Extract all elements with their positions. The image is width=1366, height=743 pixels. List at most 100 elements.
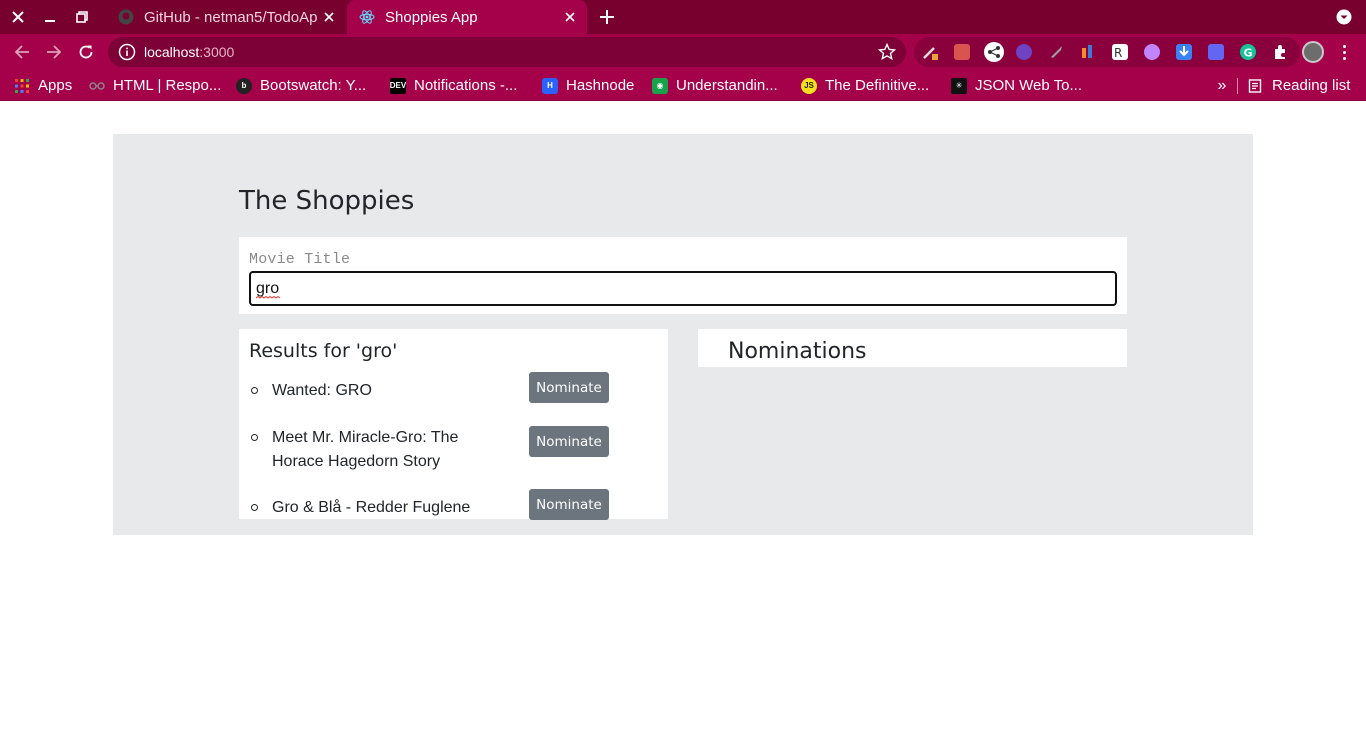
bullet-icon <box>251 434 258 441</box>
hashnode-icon: H <box>542 77 558 94</box>
nominate-button[interactable]: Nominate <box>529 426 609 457</box>
bootswatch-icon: b <box>236 77 252 94</box>
rx-extension-icon[interactable]: R <box>1112 44 1128 60</box>
url-text: localhost:3000 <box>144 44 234 60</box>
plus-icon <box>600 10 614 24</box>
nominate-button[interactable]: Nominate <box>529 372 609 403</box>
address-bar[interactable]: localhost:3000 <box>108 37 906 67</box>
extensions-area: R G <box>914 37 1300 67</box>
bookmarks-bar: Apps HTML | Respo... b Bootswatch: Y... … <box>0 70 1366 101</box>
svg-text:R: R <box>1114 46 1122 60</box>
dot-icon <box>1342 44 1346 48</box>
results-heading: Results for 'gro' <box>249 340 398 362</box>
bookmark-label: Apps <box>38 77 73 94</box>
browser-menu-button[interactable] <box>1334 41 1354 63</box>
puzzle-icon[interactable] <box>1272 44 1288 60</box>
github-icon <box>118 9 134 25</box>
close-icon <box>565 12 575 22</box>
result-title: Gro & Blå - Redder Fuglene <box>272 499 471 516</box>
profile-avatar[interactable] <box>1302 41 1324 63</box>
tab-shoppies-app[interactable]: Shoppies App <box>347 0 587 34</box>
bookmark-bootswatch[interactable]: b Bootswatch: Y... <box>236 76 366 95</box>
movie-title-input[interactable] <box>249 271 1117 306</box>
bars-extension-icon[interactable] <box>1080 44 1096 60</box>
green-power-icon: ◉ <box>652 77 668 94</box>
bookmark-label: JSON Web To... <box>975 77 1082 94</box>
close-tab-button[interactable] <box>318 6 340 28</box>
puzzle-star-extension-icon[interactable] <box>1016 44 1032 60</box>
bullet-icon <box>251 387 258 394</box>
bookmark-hashnode[interactable]: H Hashnode <box>542 76 634 95</box>
more-bookmarks-button[interactable]: » <box>1212 76 1232 95</box>
close-icon <box>12 11 24 23</box>
dev-icon: DEV <box>390 77 406 94</box>
nominate-button[interactable]: Nominate <box>529 489 609 520</box>
bookmark-json-web-token[interactable]: ✳ JSON Web To... <box>951 76 1082 95</box>
share-extension-icon[interactable] <box>984 42 1004 62</box>
bookmark-label: Bootswatch: Y... <box>260 77 367 94</box>
new-tab-button[interactable] <box>592 2 622 32</box>
bookmark-label: HTML | Respo... <box>113 77 222 94</box>
bookmark-understanding[interactable]: ◉ Understandin... <box>652 76 778 95</box>
pen-extension-icon[interactable] <box>922 44 938 60</box>
js-icon: JS <box>801 77 817 94</box>
reload-icon <box>79 45 93 59</box>
svg-text:G: G <box>1244 47 1253 60</box>
grammarly-extension-icon[interactable]: G <box>1240 44 1256 60</box>
paint-extension-icon[interactable] <box>1144 44 1160 60</box>
bookmarks-divider <box>1237 78 1238 94</box>
glasses-icon <box>89 78 105 94</box>
browser-toolbar: localhost:3000 R G <box>0 34 1366 70</box>
result-title: Wanted: GRO <box>272 382 372 399</box>
close-icon <box>324 12 334 22</box>
reading-list-button[interactable]: Reading list <box>1248 76 1350 95</box>
bookmark-html-responsive[interactable]: HTML | Respo... <box>89 76 221 95</box>
dot-icon <box>1342 50 1346 54</box>
back-button[interactable] <box>7 37 37 67</box>
tab-github[interactable]: GitHub - netman5/TodoApp <box>106 0 346 34</box>
reading-list-label: Reading list <box>1272 77 1351 94</box>
reload-button[interactable] <box>71 37 101 67</box>
restore-icon <box>76 11 88 23</box>
reading-list-icon <box>1248 78 1264 94</box>
close-tab-button[interactable] <box>559 6 581 28</box>
tab-title: GitHub - netman5/TodoApp <box>144 8 318 26</box>
dot-icon <box>1342 56 1346 60</box>
spellcheck-underline <box>256 296 280 299</box>
link-extension-icon[interactable] <box>1208 44 1224 60</box>
bookmark-dev-notifications[interactable]: DEV Notifications -... <box>390 76 518 95</box>
bookmark-label: The Definitive... <box>825 77 930 94</box>
arrow-right-icon <box>47 45 62 59</box>
search-label: Movie Title <box>249 251 351 268</box>
react-icon <box>359 10 375 24</box>
bookmark-apps[interactable]: Apps <box>14 76 72 95</box>
arrow-left-icon <box>14 45 29 59</box>
star-icon[interactable] <box>878 43 896 61</box>
nominations-heading: Nominations <box>728 339 867 364</box>
restore-window-button[interactable] <box>66 0 98 34</box>
minimize-window-button[interactable] <box>34 0 66 34</box>
close-window-button[interactable] <box>2 0 34 34</box>
info-icon[interactable] <box>118 43 136 61</box>
nominations-card: Nominations <box>698 329 1127 367</box>
bookmark-label: Understandin... <box>676 77 778 94</box>
bookmark-label: Notifications -... <box>414 77 518 94</box>
bullet-icon <box>251 504 258 511</box>
forward-button[interactable] <box>39 37 69 67</box>
grid-extension-icon[interactable] <box>954 44 970 60</box>
page-title: The Shoppies <box>239 186 415 216</box>
jwt-icon: ✳ <box>951 77 967 94</box>
chevron-down-icon <box>1336 9 1352 25</box>
tab-title: Shoppies App <box>385 8 478 26</box>
tab-search-button[interactable] <box>1332 5 1356 29</box>
bookmark-definitive[interactable]: JS The Definitive... <box>801 76 929 95</box>
url-port: :3000 <box>199 44 235 60</box>
rocket-extension-icon[interactable] <box>1048 44 1064 60</box>
minimize-icon <box>45 20 55 22</box>
url-host: localhost <box>144 44 200 60</box>
download-extension-icon[interactable] <box>1176 44 1192 60</box>
tab-strip: GitHub - netman5/TodoApp Shoppies App <box>0 0 1366 34</box>
apps-grid-icon <box>14 78 30 94</box>
results-card: Results for 'gro' Wanted: GRO Nominate M… <box>239 329 668 520</box>
bookmark-label: Hashnode <box>566 77 635 94</box>
